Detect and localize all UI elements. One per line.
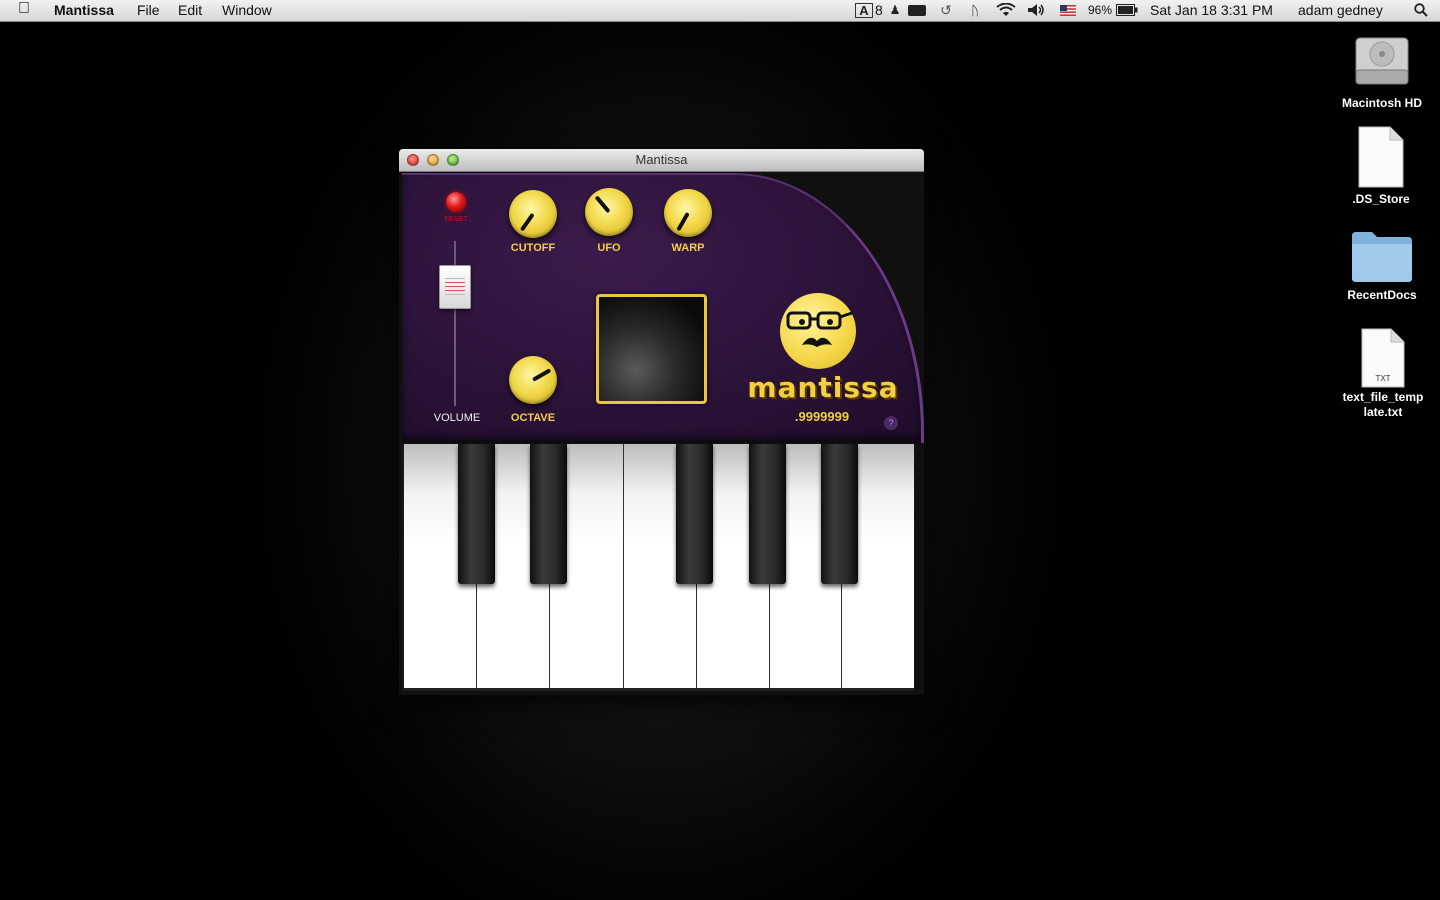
volume-slider-handle[interactable]: [439, 265, 471, 309]
hard-drive-icon: [1327, 30, 1437, 96]
black-key-3[interactable]: [676, 444, 713, 584]
knob-pointer: [594, 195, 611, 214]
black-key-5[interactable]: [821, 444, 858, 584]
ufo-label: UFO: [597, 242, 621, 254]
reset-button[interactable]: [446, 192, 466, 212]
txt-file-icon: TXT: [1328, 328, 1438, 390]
desktop-icon-label: RecentDocs: [1347, 288, 1417, 302]
mustache-face-logo: [780, 293, 856, 369]
black-key-2[interactable]: [530, 444, 567, 584]
mantissa-window: Mantissa RESET CUTOFF UFO WARP OCTAVE VO…: [399, 149, 924, 695]
battery-icon[interactable]: [1116, 3, 1138, 17]
menu-bar:  Mantissa File Edit Window A 8 ♟ ↺ ᚢ 96…: [0, 0, 1440, 22]
knob-pointer: [532, 368, 552, 382]
time-machine-icon[interactable]: ↺: [937, 2, 955, 18]
black-key-4[interactable]: [749, 444, 786, 584]
volume-label: VOLUME: [433, 412, 481, 424]
desktop-icon-ds-store[interactable]: .DS_Store: [1326, 126, 1436, 207]
document-icon: [1326, 126, 1436, 192]
battery-percent: 96%: [1088, 3, 1113, 17]
adobe-count: 8: [875, 2, 883, 18]
wifi-icon[interactable]: [995, 3, 1017, 17]
bluetooth-icon[interactable]: ᚢ: [968, 3, 982, 18]
folder-icon: [1327, 228, 1437, 288]
apple-menu-icon[interactable]: : [18, 0, 30, 18]
desktop-icon-label: Macintosh HD: [1341, 96, 1422, 110]
keyboard-icon[interactable]: [907, 3, 927, 17]
desktop-icon-label: text_file_temp late.txt: [1342, 390, 1424, 419]
knob-pointer: [676, 212, 690, 232]
desktop-icon-text-file-template[interactable]: TXT text_file_temp late.txt: [1328, 328, 1438, 420]
window-titlebar[interactable]: Mantissa: [399, 149, 924, 172]
window-menu[interactable]: Window: [222, 2, 272, 18]
cutoff-label: CUTOFF: [510, 242, 556, 254]
edit-menu[interactable]: Edit: [178, 2, 202, 18]
cutoff-knob[interactable]: [509, 190, 557, 238]
warp-label: WARP: [671, 242, 705, 254]
app-menu[interactable]: Mantissa: [54, 2, 114, 18]
clock[interactable]: Sat Jan 18 3:31 PM: [1150, 2, 1273, 18]
reset-label: RESET: [444, 216, 468, 223]
adobe-icon[interactable]: A: [855, 3, 873, 18]
desktop-icon-label: .DS_Store: [1352, 192, 1410, 206]
black-key-1[interactable]: [458, 444, 495, 584]
txt-badge: TXT: [1375, 374, 1391, 383]
figure-icon[interactable]: ♟: [890, 3, 901, 17]
brand-wordmark: mantissa: [747, 371, 899, 404]
help-button[interactable]: ?: [884, 416, 898, 430]
file-menu[interactable]: File: [137, 2, 160, 18]
desktop-icon-recentdocs[interactable]: RecentDocs: [1327, 228, 1437, 303]
piano-keyboard: [402, 441, 915, 691]
octave-knob[interactable]: [509, 356, 557, 404]
knob-pointer: [519, 212, 535, 232]
version-label: .9999999: [794, 409, 850, 424]
spotlight-search-icon[interactable]: [1413, 3, 1429, 17]
user-menu[interactable]: adam gedney: [1298, 2, 1383, 18]
volume-icon[interactable]: [1027, 3, 1047, 17]
window-title: Mantissa: [635, 152, 688, 167]
xy-pad[interactable]: [596, 294, 707, 404]
octave-label: OCTAVE: [510, 412, 556, 424]
ufo-knob[interactable]: [585, 188, 633, 236]
us-flag-icon[interactable]: [1059, 3, 1077, 17]
warp-knob[interactable]: [664, 189, 712, 237]
synth-control-panel: RESET CUTOFF UFO WARP OCTAVE VOLUME mant…: [402, 173, 924, 443]
desktop-icon-macintosh-hd[interactable]: Macintosh HD: [1327, 30, 1437, 111]
